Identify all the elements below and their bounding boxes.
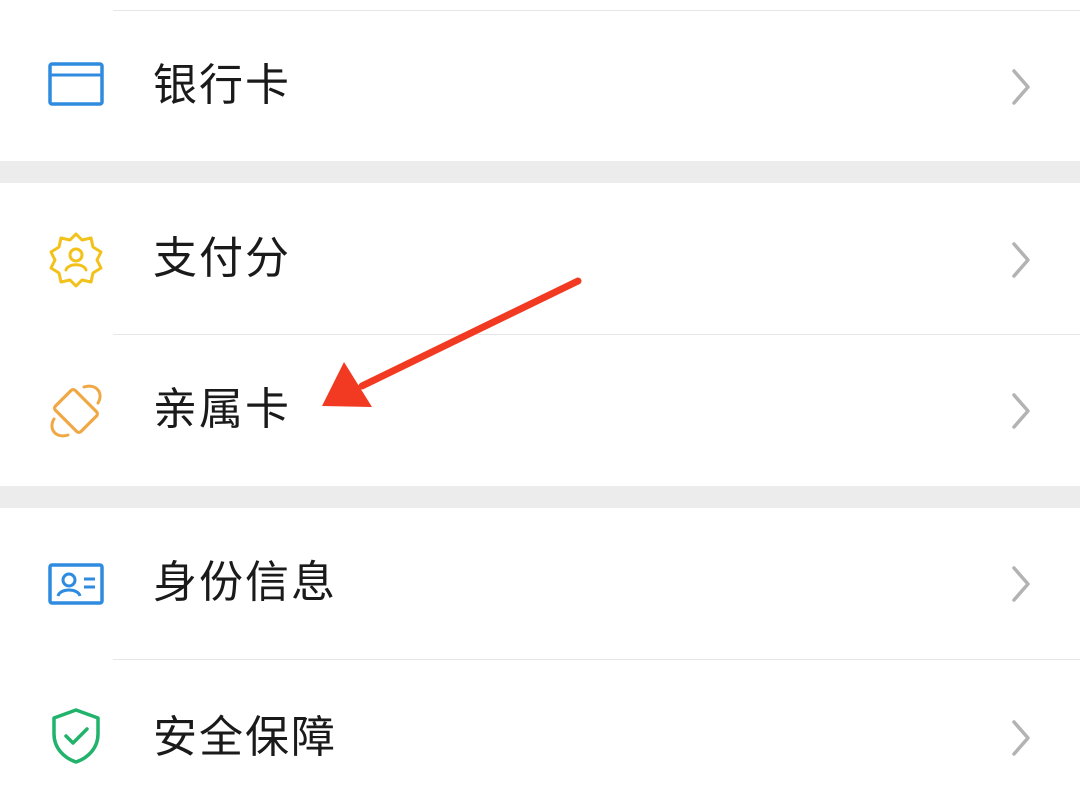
menu-item-label: 支付分 [153, 233, 291, 284]
menu-item-label: 身份信息 [153, 557, 337, 608]
security-shield-icon [44, 704, 108, 768]
id-card-icon [44, 553, 108, 617]
menu-item-identity-info[interactable]: 身份信息 [0, 508, 1080, 659]
family-card-icon [44, 379, 108, 443]
menu-item-label: 亲属卡 [153, 384, 291, 435]
menu-item-label: 安全保障 [153, 712, 337, 763]
chevron-right-icon [1004, 389, 1038, 433]
menu-item-security[interactable]: 安全保障 [0, 660, 1080, 810]
menu-item-payment-score[interactable]: 支付分 [0, 183, 1080, 335]
menu-item-label: 银行卡 [153, 60, 291, 111]
menu-item-family-card[interactable]: 亲属卡 [0, 335, 1080, 486]
chevron-right-icon [1004, 65, 1038, 109]
chevron-right-icon [1004, 562, 1038, 606]
menu-item-bank-card[interactable]: 银行卡 [0, 11, 1080, 161]
section-gap [0, 486, 1080, 508]
chevron-right-icon [1004, 716, 1038, 760]
payment-score-badge-icon [44, 228, 108, 292]
wallet-settings-screen: 银行卡 支付分 亲属卡 身份信息 安全保障 [0, 0, 1080, 810]
chevron-right-icon [1004, 238, 1038, 282]
section-gap [0, 161, 1080, 183]
bank-card-icon [44, 54, 108, 118]
